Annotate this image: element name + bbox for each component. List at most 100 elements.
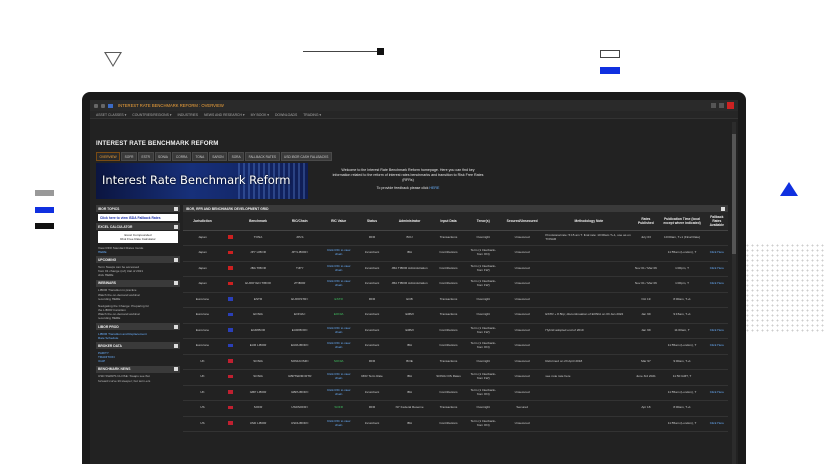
- table-cell[interactable]: Click Here: [705, 245, 728, 262]
- feedback-link[interactable]: HERE: [429, 186, 439, 190]
- collapse-icon[interactable]: [174, 206, 178, 211]
- sidebar-section-upcoming[interactable]: UPCOMING: [96, 256, 180, 264]
- flag-icon: [221, 385, 239, 401]
- table-cell[interactable]: Click Here: [705, 385, 728, 401]
- table-row[interactable]: Eurozone EURIBOR EURIBOR= Click RIC to view…: [183, 323, 728, 339]
- table-cell[interactable]: Click Here: [705, 338, 728, 355]
- table-row[interactable]: UK SONIA GBPTERM=RTR Click RIC to view chai…: [183, 369, 728, 386]
- table-row[interactable]: Eurozone ESTR EUROSTR= ESTR RFR ECB Transactio…: [183, 292, 728, 308]
- vertical-scrollbar[interactable]: [732, 122, 736, 464]
- flag-icon: [221, 338, 239, 355]
- menu-item[interactable]: COUNTRIES/REGIONS ▾: [132, 113, 171, 117]
- table-cell: 9:15am, T+1: [658, 307, 706, 324]
- table-row[interactable]: US USD LIBOR USDLIBOR= Click RIC to view ch…: [183, 416, 728, 432]
- menu-item[interactable]: INDUSTRIES: [178, 113, 199, 117]
- collapse-icon[interactable]: [174, 367, 178, 372]
- table-row[interactable]: UK GBP LIBOR GBPLIBOR= Click RIC to view ch…: [183, 385, 728, 401]
- sidebar-section-benchmark-news[interactable]: BENCHMARK NEWS: [96, 365, 180, 373]
- tab-corra[interactable]: CORRA: [172, 152, 191, 161]
- sidebar-section-excel-calculator[interactable]: EXCEL CALCULATOR: [96, 223, 180, 230]
- table-cell: Jan 99: [633, 323, 659, 339]
- collapse-icon[interactable]: [174, 281, 178, 286]
- tab-sofr[interactable]: SOFR: [121, 152, 137, 161]
- table-cell[interactable]: Click Here: [705, 276, 728, 293]
- table-cell: RFR: [355, 230, 389, 246]
- menu-item[interactable]: DOWNLOADS: [275, 113, 297, 117]
- table-row[interactable]: US SOFR USDSOFR= SOFR RFR NY Federal Reserve T…: [183, 400, 728, 417]
- minimize-icon[interactable]: [719, 103, 724, 108]
- menu-item[interactable]: TRADING ▾: [303, 113, 321, 117]
- table-cell: [633, 245, 659, 262]
- calculator-link[interactable]: Excel Compounded Risk Free Rate Calculat…: [98, 231, 178, 244]
- scrollbar-thumb[interactable]: [732, 134, 736, 254]
- refresh-icon[interactable]: [711, 103, 716, 108]
- table-row[interactable]: Eurozone EONIA EONIA= EONIA Incumbent EMMI Tra…: [183, 307, 728, 324]
- table-cell[interactable]: Click RIC to view chain: [322, 261, 356, 277]
- broker-link[interactable]: ICAP: [98, 359, 178, 363]
- table-cell: Term (1 Interbank-from 1W): [466, 369, 500, 386]
- table-cell[interactable]: Click Here: [705, 416, 728, 432]
- collapse-icon[interactable]: [174, 224, 178, 229]
- table-cell: EURIBOR=: [277, 323, 322, 339]
- table-cell[interactable]: Click RIC to view chain: [322, 416, 356, 432]
- table-row[interactable]: Japan JBA TIBOR TJPY Click RIC to view chai…: [183, 261, 728, 277]
- table-cell: Contributions: [430, 323, 467, 339]
- table-cell: JPYLIBOR=: [277, 245, 322, 262]
- table-cell[interactable]: Click Here: [705, 261, 728, 277]
- table-row[interactable]: Eurozone EUR LIBOR EURLIBOR= Click RIC to v…: [183, 338, 728, 355]
- forward-icon[interactable]: [101, 103, 105, 108]
- tab-tona[interactable]: TONA: [191, 152, 208, 161]
- sidebar-section-libor-prod[interactable]: LIBOR PROD: [96, 323, 180, 331]
- table-cell: Unsecured: [499, 416, 545, 432]
- flag-icon: [221, 416, 239, 432]
- table-cell: RFR: [355, 292, 389, 308]
- tab-fallback-rates[interactable]: FALLBACK RATES: [245, 152, 280, 161]
- grid-header-bar: IBOR, RFR AND BENCHMARK DEVELOPMENT GRID: [183, 205, 728, 212]
- text-line[interactable]: recording HERE: [98, 316, 178, 320]
- sidebar-section-webinars[interactable]: WEBINARS: [96, 279, 180, 287]
- back-icon[interactable]: [94, 103, 98, 108]
- collapse-icon[interactable]: [174, 343, 178, 348]
- text-line[interactable]: click HERE: [98, 273, 178, 277]
- tab-sora[interactable]: SORA: [228, 152, 245, 161]
- menu-item[interactable]: ASSET CLASSES ▾: [96, 113, 126, 117]
- column-header: Input Data: [430, 212, 467, 231]
- table-cell: Term (1 Interbank-from 1W): [466, 276, 500, 293]
- table-cell[interactable]: Click RIC to view chain: [322, 369, 356, 386]
- table-cell: IBA: [388, 416, 431, 432]
- table-cell[interactable]: Click RIC to view chain: [322, 338, 356, 355]
- collapse-icon[interactable]: [174, 257, 178, 262]
- table-cell[interactable]: Click RIC to view chain: [322, 323, 356, 339]
- text-line[interactable]: forward curve tilt steeper; but term-ers: [98, 379, 178, 383]
- tab-saron[interactable]: SARON: [208, 152, 228, 161]
- menu-item[interactable]: MY BOOK ▾: [251, 113, 269, 117]
- text-line[interactable]: Rate Schedule: [98, 336, 178, 340]
- note-link[interactable]: HERE: [98, 250, 107, 254]
- tab-usd-ibor-cash-fallbacks[interactable]: USD IBOR CASH FALLBACKS: [280, 152, 332, 161]
- table-cell[interactable]: Click RIC to view chain: [322, 276, 356, 293]
- expand-icon[interactable]: [721, 206, 725, 211]
- table-cell: Transactions: [430, 400, 467, 417]
- isda-fallback-rates-button[interactable]: Click here to view ISDA Fallback Rates: [98, 214, 178, 221]
- table-row[interactable]: UK SONIA SONIAOSR= SONIA RFR BOE Transactions O…: [183, 354, 728, 370]
- table-cell: EONIA: [238, 307, 278, 324]
- table-cell: Secured: [499, 400, 545, 417]
- table-cell: Term (1 Interbank-from 1W): [466, 261, 500, 277]
- sidebar-section-ibor-topics[interactable]: IBOR TOPICS: [96, 205, 180, 212]
- table-row[interactable]: Japan TONA JPLS RFR BOJ Transactions Overnight…: [183, 230, 728, 246]
- table-cell: IBA: [388, 369, 431, 386]
- table-cell[interactable]: Click RIC to view chain: [322, 385, 356, 401]
- table-row[interactable]: Japan EUROYEN TIBOR ZTIBOR Click RIC to vie…: [183, 276, 728, 293]
- table-cell: [544, 292, 634, 308]
- menu-item[interactable]: NEWS AND RESEARCH ▾: [204, 113, 245, 117]
- tab-sonia[interactable]: SONIA: [154, 152, 172, 161]
- table-cell[interactable]: Click Here: [705, 323, 728, 339]
- table-row[interactable]: Japan JPY LIBOR JPYLIBOR= Click RIC to view…: [183, 245, 728, 262]
- section-title: BENCHMARK NEWS: [98, 367, 131, 372]
- collapse-icon[interactable]: [174, 324, 178, 329]
- tab-estr[interactable]: ESTR: [137, 152, 154, 161]
- table-cell[interactable]: Click RIC to view chain: [322, 245, 356, 262]
- close-icon[interactable]: [727, 102, 734, 109]
- tab-overview[interactable]: OVERVIEW: [96, 152, 121, 161]
- sidebar-section-broker-data[interactable]: BROKER DATA: [96, 342, 180, 350]
